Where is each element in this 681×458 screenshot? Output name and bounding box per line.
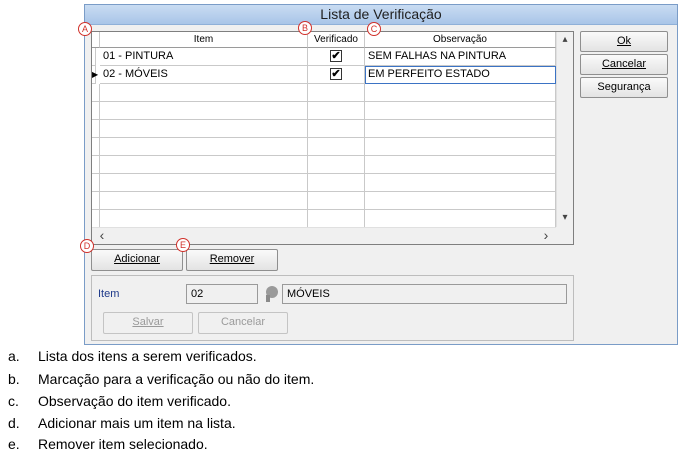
cancel-button[interactable]: Cancelar [580, 54, 668, 75]
cancel-button-label: Cancelar [601, 58, 647, 70]
remove-item-button-label: Remover [209, 253, 255, 265]
legend-item: d. Adicionar mais um item na lista. [8, 415, 236, 431]
row-indicator-header [92, 32, 100, 48]
marker-c: C [367, 22, 381, 36]
checklist-window: Lista de Verificação Item Verificado Obs… [84, 4, 678, 345]
legend-text: Adicionar mais um item na lista. [38, 415, 236, 431]
legend-item: c. Observação do item verificado. [8, 393, 231, 409]
table-cell-verified[interactable]: ✔ [308, 66, 365, 84]
legend-text: Observação do item verificado. [38, 393, 231, 409]
column-header-item[interactable]: Item [100, 32, 308, 48]
checklist-grid[interactable]: Item Verificado Observação 01 - PINTURA … [91, 31, 574, 245]
legend-text: Marcação para a verificação ou não do it… [38, 371, 315, 387]
legend-text: Lista dos itens a serem verificados. [38, 348, 257, 364]
ok-button-label: Ok [616, 35, 632, 47]
column-header-observation[interactable]: Observação [365, 32, 556, 48]
legend-letter: b. [8, 371, 20, 387]
marker-b: B [298, 21, 312, 35]
verified-checkbox[interactable]: ✔ [330, 50, 342, 62]
title-bar[interactable]: Lista de Verificação [85, 5, 677, 25]
legend-letter: a. [8, 348, 20, 364]
window-title: Lista de Verificação [320, 6, 442, 22]
scrollbar-corner [556, 227, 573, 244]
lookup-icon[interactable] [263, 285, 279, 303]
marker-d: D [80, 239, 94, 253]
scroll-up-icon[interactable]: ▴ [557, 32, 573, 48]
security-button[interactable]: Segurança [580, 77, 668, 98]
legend-letter: e. [8, 436, 20, 452]
table-cell-observation[interactable]: SEM FALHAS NA PINTURA [365, 48, 556, 66]
legend-letter: c. [8, 393, 19, 409]
item-label: Item [98, 288, 120, 300]
marker-a: A [78, 22, 92, 36]
legend-letter: d. [8, 415, 20, 431]
ok-button[interactable]: Ok [580, 31, 668, 52]
current-row-indicator-icon: ▶ [92, 66, 98, 84]
verified-checkbox[interactable]: ✔ [330, 68, 342, 80]
empty-rows [92, 84, 556, 227]
legend-item: a. Lista dos itens a serem verificados. [8, 348, 257, 364]
scroll-left-icon[interactable]: ‹ [94, 228, 110, 244]
item-code-field[interactable]: 02 [186, 284, 258, 304]
save-button-label: Salvar [132, 316, 164, 328]
legend-item: b. Marcação para a verificação ou não do … [8, 371, 314, 387]
row-indicator [92, 48, 96, 66]
table-cell-item[interactable]: 01 - PINTURA [100, 48, 308, 66]
table-cell-verified[interactable]: ✔ [308, 48, 365, 66]
vertical-scrollbar[interactable]: ▴ ▾ [556, 32, 573, 227]
item-edit-panel: Item 02 MÓVEIS Salvar Cancelar [91, 275, 574, 341]
scroll-down-icon[interactable]: ▾ [557, 210, 573, 226]
panel-cancel-button-label: Cancelar [220, 316, 266, 328]
remove-item-button[interactable]: Remover [186, 249, 278, 271]
horizontal-scrollbar[interactable]: ‹ › [92, 227, 556, 244]
save-button[interactable]: Salvar [103, 312, 193, 334]
table-cell-item[interactable]: 02 - MÓVEIS [100, 66, 308, 84]
panel-cancel-button[interactable]: Cancelar [198, 312, 288, 334]
item-description-field[interactable]: MÓVEIS [282, 284, 567, 304]
legend-item: e. Remover item selecionado. [8, 436, 208, 452]
legend-text: Remover item selecionado. [38, 436, 208, 452]
security-button-label: Segurança [597, 81, 651, 93]
marker-e: E [176, 238, 190, 252]
scroll-right-icon[interactable]: › [538, 228, 554, 244]
column-header-verified[interactable]: Verificado [308, 32, 365, 48]
add-item-button-label: Adicionar [114, 253, 160, 265]
table-cell-observation[interactable]: EM PERFEITO ESTADO [365, 66, 556, 84]
add-item-button[interactable]: Adicionar [91, 249, 183, 271]
